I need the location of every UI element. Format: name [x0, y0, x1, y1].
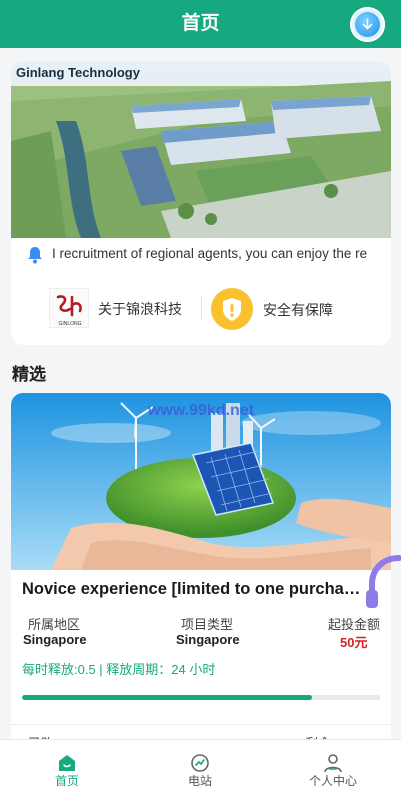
- project-type-label: 项目类型: [181, 617, 234, 632]
- logo-text: GINLONG: [58, 321, 81, 327]
- about-company-label: 关于锦浪科技: [98, 301, 182, 317]
- home-icon: [59, 755, 75, 771]
- product-image: www.99kd.net: [11, 393, 391, 570]
- product-card[interactable]: www.99kd.net Novice experience [limited …: [11, 393, 391, 753]
- download-icon: [355, 12, 380, 37]
- release-info: 每时释放:0.5 | 释放周期：24 小时: [22, 662, 216, 677]
- bottom-tab-bar: 首页 电站 个人中心: [0, 739, 401, 796]
- region-value: Singapore: [23, 632, 87, 647]
- notice-bar[interactable]: I recruitment of regional agents, you ca…: [11, 238, 391, 272]
- progress-fill: [22, 695, 312, 700]
- tab-home[interactable]: 首页: [0, 740, 134, 796]
- section-title: 精选: [12, 365, 46, 384]
- shield-icon: [211, 288, 253, 330]
- quick-links: GINLONG 关于锦浪科技 安全有保障: [11, 274, 391, 345]
- tab-home-label: 首页: [54, 774, 79, 788]
- about-company-link[interactable]: GINLONG 关于锦浪科技: [49, 288, 199, 330]
- tab-power-station[interactable]: 电站: [133, 740, 267, 796]
- tab-profile-label: 个人中心: [308, 774, 357, 788]
- divider: [11, 724, 391, 725]
- factory-aerial-image: [11, 61, 391, 238]
- banner-carousel[interactable]: Ginlang Technology: [11, 61, 391, 238]
- product-title: Novice experience [limited to one purcha…: [22, 580, 361, 598]
- bell-icon: [28, 247, 42, 264]
- carousel-indicator: [174, 229, 219, 238]
- app-header: 首页: [0, 0, 401, 48]
- region-label: 所属地区: [28, 617, 81, 632]
- company-logo: GINLONG: [49, 288, 89, 328]
- banner-caption: Ginlang Technology: [16, 65, 140, 80]
- user-icon: [324, 754, 342, 773]
- tab-profile[interactable]: 个人中心: [266, 740, 400, 796]
- min-investment-value: 50元: [340, 635, 368, 650]
- project-type-value: Singapore: [176, 632, 240, 647]
- download-button[interactable]: [350, 7, 385, 42]
- customer-service-icon[interactable]: [364, 550, 401, 612]
- notice-text: I recruitment of regional agents, you ca…: [52, 246, 368, 261]
- power-station-icon: [191, 754, 209, 772]
- image-watermark: www.99kd.net: [147, 402, 255, 419]
- security-label: 安全有保障: [263, 302, 333, 318]
- progress-bar: [22, 695, 380, 700]
- home-top-card: Ginlang Technology I recruitment of regi…: [11, 61, 391, 345]
- page-title: 首页: [181, 13, 220, 34]
- min-investment-label: 起投金额: [328, 617, 381, 632]
- security-link[interactable]: 安全有保障: [211, 288, 361, 330]
- tab-power-station-label: 电站: [187, 774, 212, 788]
- divider: [201, 295, 202, 321]
